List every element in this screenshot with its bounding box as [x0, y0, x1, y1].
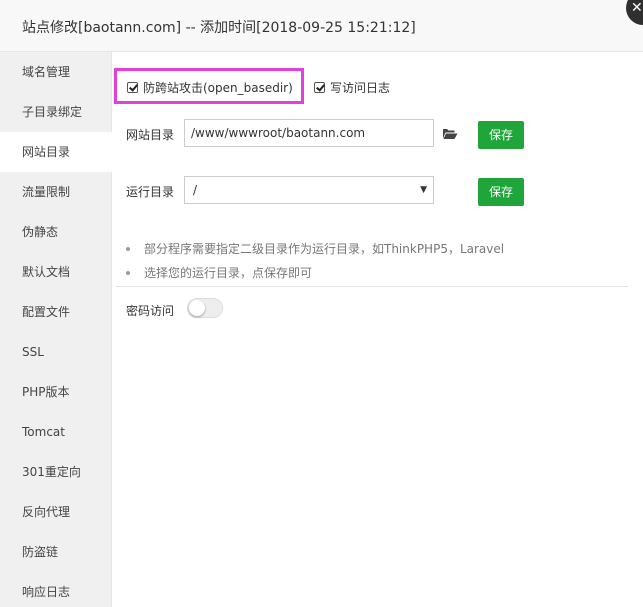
sidebar-item-config-file[interactable]: 配置文件 — [0, 292, 111, 332]
password-access-toggle[interactable] — [187, 298, 223, 318]
access-log-checkbox[interactable]: 写访问日志 — [314, 79, 390, 96]
open-basedir-checkbox[interactable]: 防跨站攻击(open_basedir) — [127, 79, 293, 96]
sidebar-item-ssl[interactable]: SSL — [0, 332, 111, 372]
sidebar-item-tomcat[interactable]: Tomcat — [0, 412, 111, 452]
access-log-label: 写访问日志 — [330, 81, 391, 95]
close-icon: ✕ — [631, 0, 643, 16]
run-dir-selected-value: / — [193, 183, 198, 197]
sidebar-item-subdir-binding[interactable]: 子目录绑定 — [0, 92, 111, 132]
site-dir-label: 网站目录 — [126, 128, 175, 142]
sidebar-item-php-version[interactable]: PHP版本 — [0, 372, 111, 412]
run-dir-save-button[interactable]: 保存 — [478, 178, 524, 206]
site-dir-input[interactable]: /www/wwwroot/baotann.com — [184, 119, 434, 147]
close-button[interactable]: ✕ — [626, 0, 643, 25]
dialog-title: 站点修改[baotann.com] -- 添加时间[2018-09-25 15:… — [22, 20, 416, 36]
toggle-knob — [189, 300, 205, 316]
site-dir-save-button[interactable]: 保存 — [478, 121, 524, 149]
main-content: 防跨站攻击(open_basedir) 写访问日志 网站目录 /www/wwwr… — [112, 52, 643, 607]
tips-list: 部分程序需要指定二级目录作为运行目录，如ThinkPHP5，Laravel 选择… — [126, 241, 504, 289]
checkbox-checked-icon — [314, 82, 325, 93]
run-dir-select[interactable]: / ▼ — [184, 176, 434, 204]
divider — [116, 286, 628, 287]
sidebar-item-301-redirect[interactable]: 301重定向 — [0, 452, 111, 492]
run-dir-label: 运行目录 — [126, 185, 175, 199]
sidebar-item-reverse-proxy[interactable]: 反向代理 — [0, 492, 111, 532]
site-edit-dialog: 站点修改[baotann.com] -- 添加时间[2018-09-25 15:… — [0, 0, 643, 607]
sidebar-item-rewrite[interactable]: 伪静态 — [0, 212, 111, 252]
open-basedir-label: 防跨站攻击(open_basedir) — [143, 81, 293, 95]
options-row: 防跨站攻击(open_basedir) 写访问日志 — [112, 68, 643, 104]
sidebar: 域名管理 子目录绑定 网站目录 流量限制 伪静态 默认文档 配置文件 SSL P… — [0, 52, 134, 607]
checkbox-checked-icon — [127, 82, 138, 93]
sidebar-item-hotlink-protection[interactable]: 防盗链 — [0, 532, 111, 572]
sidebar-item-domain[interactable]: 域名管理 — [0, 52, 111, 92]
dialog-title-bar: 站点修改[baotann.com] -- 添加时间[2018-09-25 15:… — [0, 0, 643, 52]
sidebar-item-default-doc[interactable]: 默认文档 — [0, 252, 111, 292]
password-access-label: 密码访问 — [126, 304, 175, 318]
caret-down-icon: ▼ — [420, 185, 427, 195]
sidebar-item-response-log[interactable]: 响应日志 — [0, 572, 111, 607]
folder-open-icon[interactable] — [442, 126, 458, 140]
sidebar-item-traffic-limit[interactable]: 流量限制 — [0, 172, 111, 212]
tip-item: 部分程序需要指定二级目录作为运行目录，如ThinkPHP5，Laravel — [126, 241, 504, 265]
